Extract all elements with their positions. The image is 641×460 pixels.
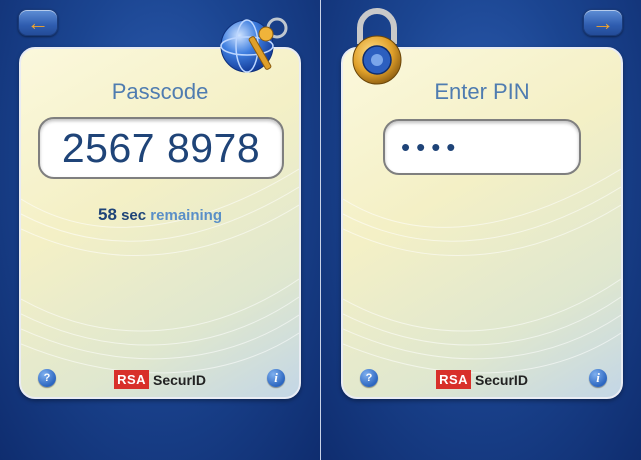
info-icon: i xyxy=(596,370,600,385)
padlock-icon xyxy=(352,8,402,85)
globe-key-icon xyxy=(220,17,288,73)
securid-wordmark: SecurID xyxy=(153,371,206,388)
countdown-word: remaining xyxy=(150,207,222,224)
passcode-screen: ← Passcode 2567 8978 58 sec remaining ? xyxy=(0,0,320,460)
passcode-display: 2567 8978 xyxy=(38,117,284,179)
countdown-text: 58 sec remaining xyxy=(21,205,299,225)
back-button[interactable]: ← xyxy=(18,9,58,36)
passcode-card: Passcode 2567 8978 58 sec remaining ? RS… xyxy=(19,47,301,399)
arrow-left-icon: ← xyxy=(27,9,49,35)
forward-button[interactable]: → xyxy=(583,9,623,36)
brand-logo: RSA SecurID xyxy=(21,370,299,389)
countdown-seconds: 58 xyxy=(98,205,117,224)
rsa-logo: RSA xyxy=(436,370,472,389)
countdown-unit: sec xyxy=(121,207,147,224)
info-icon: i xyxy=(274,370,278,385)
rsa-logo: RSA xyxy=(114,370,150,389)
arrow-right-icon: → xyxy=(592,9,614,35)
page-title: Passcode xyxy=(111,79,209,104)
securid-wordmark: SecurID xyxy=(475,371,528,388)
pin-input[interactable]: •••• xyxy=(383,119,581,175)
enter-pin-screen: → Enter PIN •••• ? RSA SecurID i xyxy=(321,0,641,460)
passcode-value: 2567 8978 xyxy=(61,124,261,171)
info-button[interactable]: i xyxy=(589,369,607,387)
brand-logo: RSA SecurID xyxy=(343,370,621,389)
pin-masked-value: •••• xyxy=(401,131,462,162)
info-button[interactable]: i xyxy=(267,369,285,387)
pin-card: Enter PIN •••• ? RSA SecurID i xyxy=(341,47,623,399)
